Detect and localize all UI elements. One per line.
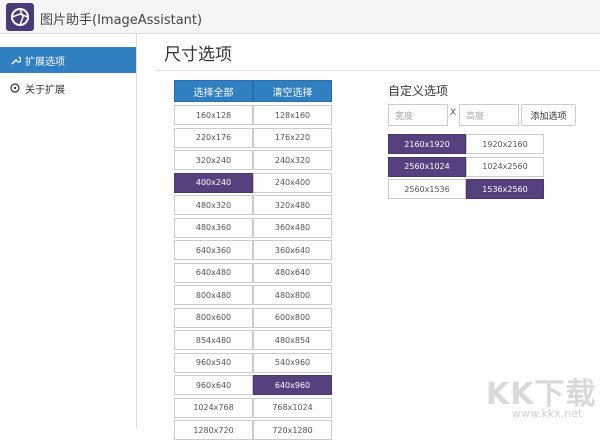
size-option-220x176[interactable]: 220x176 bbox=[174, 127, 253, 148]
size-option-128x160[interactable]: 128x160 bbox=[253, 105, 332, 125]
width-input[interactable]: 宽度 bbox=[388, 104, 448, 126]
size-option-240x320[interactable]: 240x320 bbox=[253, 150, 332, 170]
size-option-640x360[interactable]: 640x360 bbox=[174, 240, 253, 260]
size-option-640x480[interactable]: 640x480 bbox=[174, 262, 253, 283]
size-option-480x854[interactable]: 480x854 bbox=[253, 330, 332, 350]
info-circle-icon bbox=[9, 82, 21, 94]
wrench-icon bbox=[9, 54, 21, 66]
size-option-1024x768[interactable]: 1024x768 bbox=[174, 397, 253, 418]
size-option-720x1280[interactable]: 720x1280 bbox=[253, 420, 332, 440]
sidebar-item-extension-options[interactable]: 扩展选项 bbox=[0, 47, 136, 73]
size-option-854x480[interactable]: 854x480 bbox=[174, 330, 253, 350]
size-option-1280x720[interactable]: 1280x720 bbox=[174, 420, 253, 440]
size-option-400x240[interactable]: 400x240 bbox=[174, 172, 253, 193]
size-option-1024x2560[interactable]: 1024x2560 bbox=[466, 156, 544, 177]
size-option-768x1024[interactable]: 768x1024 bbox=[253, 397, 332, 418]
sidebar-item-label: 扩展选项 bbox=[25, 56, 65, 68]
size-option-1536x2560[interactable]: 1536x2560 bbox=[466, 179, 544, 199]
size-option-480x360[interactable]: 480x360 bbox=[174, 217, 253, 238]
size-option-600x800[interactable]: 600x800 bbox=[253, 307, 332, 328]
size-option-2560x1024[interactable]: 2560x1024 bbox=[388, 156, 466, 177]
size-option-540x960[interactable]: 540x960 bbox=[253, 352, 332, 373]
title-bar: 图片助手(ImageAssistant) bbox=[0, 0, 600, 34]
watermark-url: www.kkx.net bbox=[512, 407, 583, 420]
size-option-960x640[interactable]: 960x640 bbox=[174, 375, 253, 395]
size-option-176x220[interactable]: 176x220 bbox=[253, 127, 332, 148]
app-logo-icon bbox=[6, 3, 34, 31]
size-option-640x960[interactable]: 640x960 bbox=[253, 375, 332, 395]
dimension-separator: X bbox=[450, 108, 457, 118]
size-option-480x640[interactable]: 480x640 bbox=[253, 262, 332, 283]
clear-selection-button[interactable]: 清空选择 bbox=[253, 80, 332, 102]
sidebar-item-label: 关于扩展 bbox=[25, 84, 65, 96]
size-option-160x128[interactable]: 160x128 bbox=[174, 105, 253, 125]
size-option-240x400[interactable]: 240x400 bbox=[253, 172, 332, 193]
size-option-480x800[interactable]: 480x800 bbox=[253, 285, 332, 305]
add-option-button[interactable]: 添加选项 bbox=[521, 104, 576, 126]
size-option-2560x1536[interactable]: 2560x1536 bbox=[388, 179, 466, 199]
size-option-480x320[interactable]: 480x320 bbox=[174, 195, 253, 215]
size-option-800x600[interactable]: 800x600 bbox=[174, 307, 253, 328]
size-option-1920x2160[interactable]: 1920x2160 bbox=[466, 134, 544, 154]
divider bbox=[155, 70, 600, 71]
sidebar: 扩展选项 关于扩展 bbox=[0, 34, 137, 429]
app-title: 图片助手(ImageAssistant) bbox=[40, 13, 203, 28]
size-option-360x640[interactable]: 360x640 bbox=[253, 240, 332, 260]
size-option-960x540[interactable]: 960x540 bbox=[174, 352, 253, 373]
sidebar-item-about-extension[interactable]: 关于扩展 bbox=[0, 75, 136, 101]
size-option-360x480[interactable]: 360x480 bbox=[253, 217, 332, 238]
size-option-320x480[interactable]: 320x480 bbox=[253, 195, 332, 215]
custom-options-title: 自定义选项 bbox=[388, 84, 449, 98]
page-title: 尺寸选项 bbox=[164, 45, 232, 65]
size-option-800x480[interactable]: 800x480 bbox=[174, 285, 253, 305]
size-option-320x240[interactable]: 320x240 bbox=[174, 150, 253, 170]
select-all-button[interactable]: 选择全部 bbox=[174, 80, 253, 102]
size-option-2160x1920[interactable]: 2160x1920 bbox=[388, 134, 466, 154]
height-input[interactable]: 高度 bbox=[459, 104, 519, 126]
